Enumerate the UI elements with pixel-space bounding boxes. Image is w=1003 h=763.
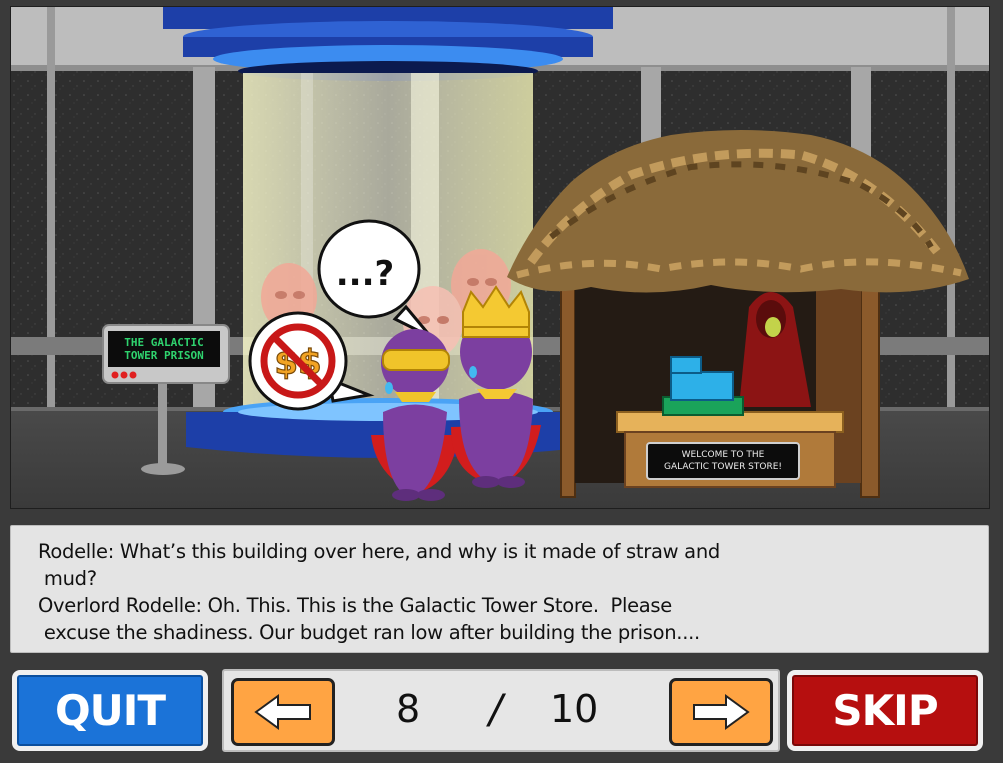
thought-bubble-text: ...? — [336, 254, 394, 294]
dialogue-line: excuse the shadiness. Our budget ran low… — [38, 621, 700, 644]
total-page-count: 10 — [550, 687, 599, 731]
prison-sign-line-2: TOWER PRISON — [124, 349, 203, 362]
store-sign-line-1: WELCOME TO THE — [682, 450, 765, 460]
dialogue-line: Rodelle: What’s this building over here,… — [38, 540, 720, 563]
skip-button[interactable]: SKIP — [787, 670, 983, 751]
page-navigator: 8 / 10 — [222, 669, 780, 752]
next-page-button[interactable] — [669, 678, 773, 746]
dialogue-box: Rodelle: What’s this building over here,… — [10, 525, 989, 653]
prev-page-button[interactable] — [231, 678, 335, 746]
arrow-left-icon — [254, 694, 311, 730]
prison-sign-line-1: THE GALACTIC — [124, 336, 203, 349]
page-separator: / — [489, 687, 503, 733]
store-sign-line-2: GALACTIC TOWER STORE! — [664, 462, 782, 472]
game-screen: THE GALACTIC TOWER PRISON ...? $$ — [0, 0, 1003, 763]
dialogue-line: Overlord Rodelle: Oh. This. This is the … — [38, 594, 672, 617]
story-scene: THE GALACTIC TOWER PRISON ...? $$ — [10, 6, 990, 509]
current-page-number: 8 — [396, 687, 421, 731]
arrow-right-icon — [693, 694, 750, 730]
dialogue-line: mud? — [38, 567, 97, 590]
quit-button[interactable]: QUIT — [12, 670, 208, 751]
